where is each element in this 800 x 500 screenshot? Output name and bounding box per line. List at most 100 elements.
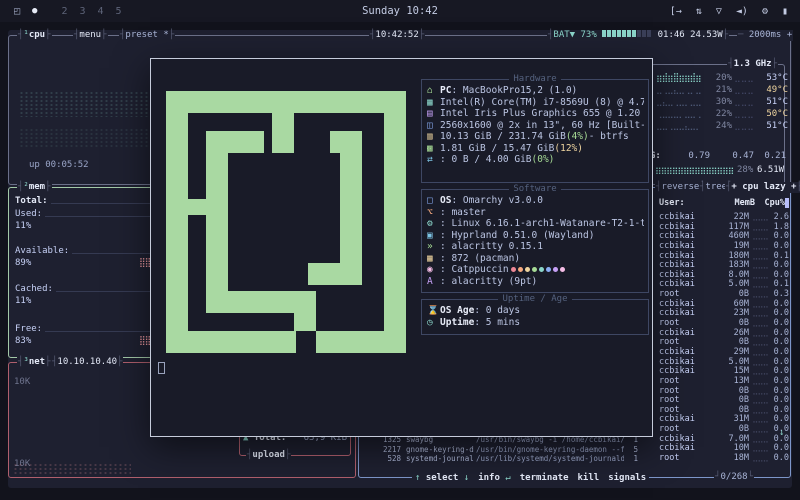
col-user[interactable]: User: bbox=[659, 198, 715, 208]
theme-dot bbox=[532, 267, 537, 272]
software-row: ▣: Hyprland 0.51.0 (Wayland) bbox=[427, 230, 644, 242]
hardware-title: Hardware bbox=[422, 74, 648, 84]
software-row-icon: ⌥ bbox=[427, 207, 440, 219]
software-row: □OS: Omarchy v3.0.0 bbox=[427, 195, 644, 207]
footer-action[interactable]: info ↵ bbox=[478, 473, 511, 483]
footer-action[interactable]: terminate bbox=[520, 473, 569, 483]
software-row-icon: ▦ bbox=[427, 253, 440, 265]
net-box-title[interactable]: ┤³net├ bbox=[17, 357, 52, 368]
proc-sort-selector[interactable]: ┤+ cpu lazy +├ bbox=[725, 182, 800, 193]
refresh-rate[interactable]: ─ 2000ms + bbox=[737, 30, 793, 41]
software-row-icon: A bbox=[427, 276, 440, 288]
proc-counter: ┘0/268└ bbox=[714, 472, 754, 483]
hardware-row: ▥10.13 GiB / 231.74 GiB (4%) - btrfs bbox=[427, 131, 644, 143]
net-upload-tab[interactable]: ┤upload├ bbox=[246, 450, 291, 461]
uptime-title: Uptime / Age bbox=[422, 294, 648, 304]
scroll-down-arrow[interactable]: ↓ bbox=[779, 428, 784, 438]
battery-status: ┤BAT▼ 73% 01:46 24.53W├ bbox=[547, 30, 729, 41]
clock: Sunday 10:42 bbox=[0, 5, 800, 17]
cpu-box-title[interactable]: ┤¹cpu├ bbox=[17, 30, 52, 41]
software-row: ⚙: Linux 6.16.1-arch1-Watanare-T2-1-t2 bbox=[427, 218, 644, 230]
cpu-core-row: ⣶⣾⣶⣿⣶⣶⣾⣶ 20% ⣀⣀⣀ 53°C bbox=[656, 72, 788, 84]
omarchy-logo bbox=[166, 91, 406, 353]
hardware-row-icon: ▦ bbox=[427, 97, 440, 109]
theme-dot bbox=[511, 267, 516, 272]
uptime-row: ⌛OS Age: 0 days bbox=[427, 305, 644, 317]
terminal-cursor bbox=[158, 362, 165, 374]
footer-action[interactable]: ↑ select ↓ bbox=[415, 473, 469, 483]
hardware-row-icon: ▥ bbox=[427, 131, 440, 143]
net-scale-top: 10K bbox=[14, 377, 30, 387]
mem-total-label: Total: bbox=[15, 196, 48, 207]
process-detail-row[interactable]: 528 systemd-journal /usr/lib/systemd/sys… bbox=[365, 454, 649, 464]
cpu-core-row: ⣀⣀⢀⣀⣀⣄⣀⡀ 24% ⣀⣀⣀ 51°C bbox=[656, 120, 788, 132]
fastfetch-window: Hardware ⌂PC: MacBookPro15,2 (1.0) ▦Inte… bbox=[150, 58, 653, 437]
hardware-row-icon: ▤ bbox=[427, 108, 440, 120]
mem-cached-label: Cached: bbox=[15, 284, 53, 295]
hardware-section: Hardware ⌂PC: MacBookPro15,2 (1.0) ▦Inte… bbox=[421, 79, 649, 183]
theme-dot bbox=[546, 267, 551, 272]
software-row-icon: ◉ bbox=[427, 264, 440, 276]
process-detail-row[interactable]: 2217 gnome-keyring-d /usr/bin/gnome-keyr… bbox=[365, 445, 649, 455]
footer-action[interactable]: kill bbox=[578, 473, 600, 483]
cpu-total-row: ⣶⣶⣶⣶⣶⣶⣶⣶⣶⣶⣶⣶⣶⣶ 28% 6.51W bbox=[655, 165, 783, 175]
theme-dot bbox=[560, 267, 565, 272]
hardware-row-icon: ⇄ bbox=[427, 154, 440, 166]
hardware-row: ⌂PC: MacBookPro15,2 (1.0) bbox=[427, 85, 644, 97]
cpu-core-row: ⣀⢀⣀⣄⣀⢀⡀⣀ 21% ⣀⣀⣀ 49°C bbox=[656, 84, 788, 96]
net-graph-texture bbox=[13, 463, 131, 474]
software-rows: □OS: Omarchy v3.0.0 ⌥: master ⚙: Linux 6… bbox=[422, 190, 648, 287]
software-row: »: alacritty 0.15.1 bbox=[427, 241, 644, 253]
hardware-row-icon: ◫ bbox=[427, 120, 440, 132]
software-row-icon: » bbox=[427, 241, 440, 253]
hardware-row: ◫2560x1600 @ 2x in 13", 60 Hz [Built-in] bbox=[427, 120, 644, 132]
software-section: Software □OS: Omarchy v3.0.0 ⌥: master ⚙… bbox=[421, 189, 649, 293]
software-row-icon: □ bbox=[427, 195, 440, 207]
software-row: ◉: Catppuccin bbox=[427, 264, 644, 276]
theme-dot bbox=[553, 267, 558, 272]
software-row: ▦: 872 (pacman) bbox=[427, 253, 644, 265]
software-row: A: alacritty (9pt) bbox=[427, 276, 644, 288]
mem-meter-fragment: ⣿⣿ bbox=[139, 335, 150, 348]
menu-button[interactable]: ┤menu├ bbox=[73, 30, 108, 41]
col-memb[interactable]: MemB bbox=[715, 198, 755, 208]
software-row-icon: ▣ bbox=[427, 230, 440, 242]
process-list: ccbikai 22M ⣀⣀⣀ 2.6 ccbikai 117M ⣀⣀⣀ 1.8… bbox=[651, 213, 789, 464]
net-ip-address[interactable]: ┤10.10.10.40├ bbox=[51, 357, 123, 368]
desktop: ◰ ● 2345 Sunday 10:42 [→ ⇅ ▽ ◄) ⚙ ▮ ┤¹cp… bbox=[0, 0, 800, 500]
hardware-row: ▤Intel Iris Plus Graphics 655 @ 1.20 GHz… bbox=[427, 108, 644, 120]
cpu-core-rows: ⣶⣾⣶⣿⣶⣶⣾⣶ 20% ⣀⣀⣀ 53°C ⣀⢀⣀⣄⣀⢀⡀⣀ 21% ⣀⣀⣀ 4… bbox=[656, 72, 788, 132]
theme-dot bbox=[539, 267, 544, 272]
hardware-row-icon: ⌂ bbox=[427, 85, 440, 97]
software-row: ⌥: master bbox=[427, 207, 644, 219]
process-list-details: 1325 swaybg /usr/bin/swaybg -i /home/ccb… bbox=[365, 435, 649, 464]
theme-color-dots bbox=[511, 264, 565, 276]
software-row-icon: ⚙ bbox=[427, 218, 440, 230]
mem-used-label: Used: bbox=[15, 209, 42, 220]
btop-footer: ↑ select ↓ info ↵ terminate kill signals bbox=[412, 473, 649, 483]
battery-meter bbox=[602, 30, 652, 40]
theme-dot bbox=[518, 267, 523, 272]
preset-button[interactable]: ┤preset *├ bbox=[119, 30, 175, 41]
uptime-row: ◷Uptime: 5 mins bbox=[427, 317, 644, 329]
cpu-core-panel: ┤1.3 GHz├ ⣶⣾⣶⣿⣶⣶⣾⣶ 20% ⣀⣀⣀ 53°C ⣀⢀⣀⣄⣀⢀⡀⣀ bbox=[651, 64, 785, 185]
cpu-core-row: ⢀⣀⣀⣀⡀⣀⣀⢀ 22% ⣀⣀⣀ 50°C bbox=[656, 108, 788, 120]
mem-meter-fragment: ⣿⣿ bbox=[139, 257, 150, 270]
cpu-uptime: up 00:05:52 bbox=[29, 160, 89, 170]
cpu-graph-texture bbox=[19, 91, 149, 117]
theme-dot bbox=[525, 267, 530, 272]
proc-column-headers[interactable]: User: MemB Cpu% bbox=[659, 198, 785, 208]
header-clock: ┤10:42:52├ bbox=[369, 30, 425, 41]
uptime-row-icon: ⌛ bbox=[427, 305, 440, 317]
scrollbar-thumb[interactable] bbox=[785, 198, 789, 208]
software-title: Software bbox=[422, 184, 648, 194]
mem-box-title[interactable]: ┤²mem├ bbox=[17, 182, 52, 193]
cpu-freq: ┤1.3 GHz├ bbox=[727, 59, 778, 70]
process-row[interactable]: root 18M ⣀⣀⣀ 0.0 bbox=[651, 454, 789, 464]
hardware-rows: ⌂PC: MacBookPro15,2 (1.0) ▦Intel(R) Core… bbox=[422, 80, 648, 166]
hardware-row: ▦Intel(R) Core(TM) i7-8569U (8) @ 4.70 G… bbox=[427, 97, 644, 109]
top-bar: ◰ ● 2345 Sunday 10:42 [→ ⇅ ▽ ◄) ⚙ ▮ bbox=[0, 0, 800, 22]
col-cpu[interactable]: Cpu% bbox=[765, 198, 785, 208]
hardware-row: ⇄: 0 B / 4.00 GiB (0%) bbox=[427, 154, 644, 166]
footer-action[interactable]: signals bbox=[608, 473, 646, 483]
